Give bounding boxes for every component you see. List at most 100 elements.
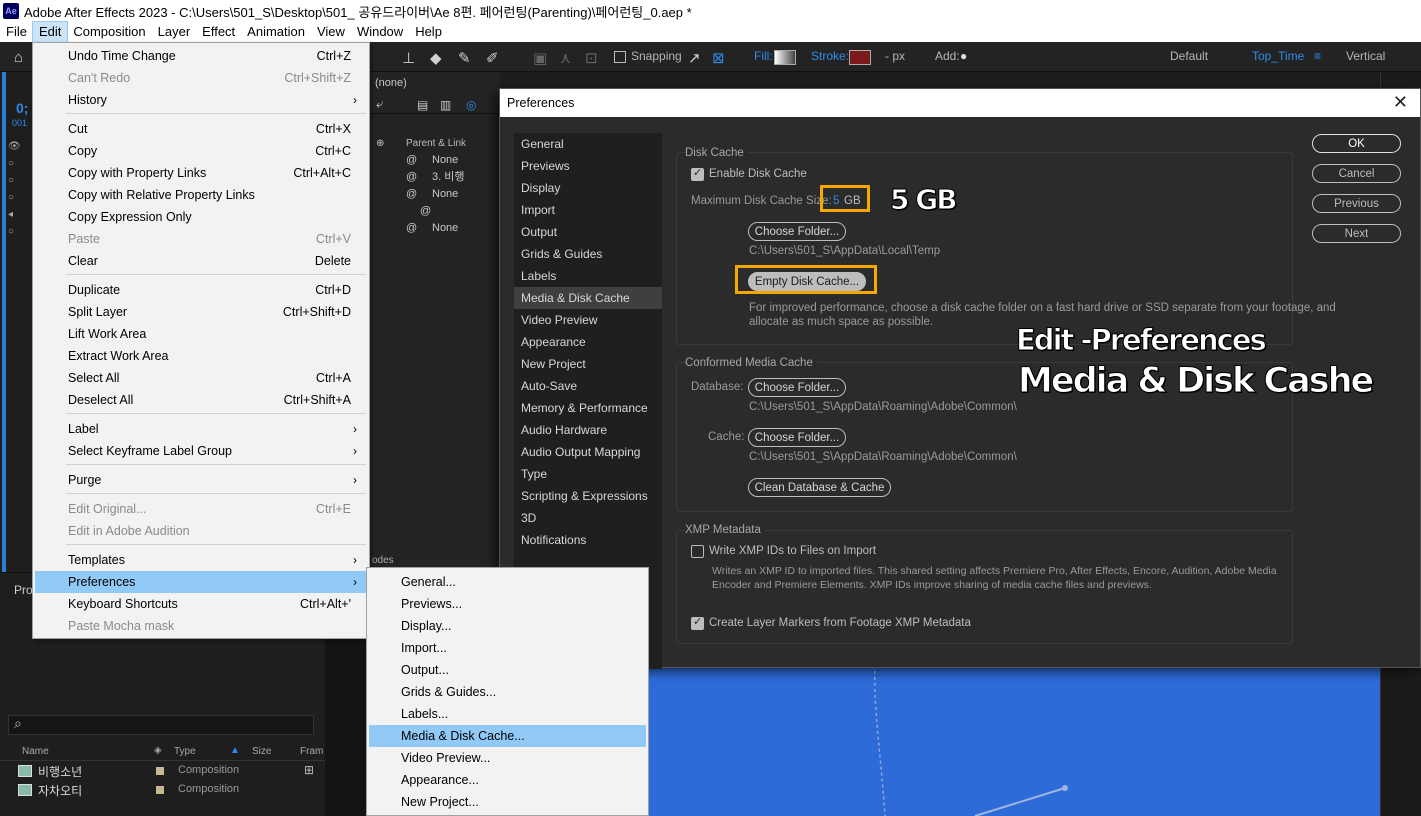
column-type[interactable]: Type bbox=[174, 746, 196, 757]
create-layer-markers-checkbox[interactable] bbox=[691, 615, 704, 630]
next-button[interactable]: Next bbox=[1312, 224, 1401, 243]
category-import[interactable]: Import bbox=[514, 199, 662, 221]
pickwhip-icon[interactable]: @ bbox=[406, 152, 417, 169]
previous-button[interactable]: Previous bbox=[1312, 194, 1401, 213]
workspace-menu-icon[interactable]: ≡ bbox=[1314, 49, 1321, 63]
parent-row[interactable]: @ None bbox=[370, 152, 500, 169]
stroke-width[interactable]: - px bbox=[885, 49, 905, 63]
submenu-grids-guides[interactable]: Grids & Guides... bbox=[369, 681, 646, 703]
category-new-project[interactable]: New Project bbox=[514, 353, 662, 375]
parent-value[interactable]: None bbox=[432, 220, 458, 237]
category-grids-guides[interactable]: Grids & Guides bbox=[514, 243, 662, 265]
menu-item-deselect-all[interactable]: Deselect All Ctrl+Shift+A bbox=[35, 389, 367, 411]
category-notifications[interactable]: Notifications bbox=[514, 529, 662, 551]
sort-icon[interactable]: ▲ bbox=[230, 745, 240, 756]
eye-icon[interactable]: ○ bbox=[8, 155, 21, 172]
pickwhip-icon[interactable]: @ bbox=[406, 169, 417, 186]
parent-row[interactable]: @3. 비행 bbox=[370, 169, 500, 186]
add-property-icon[interactable]: ● bbox=[960, 49, 967, 63]
menu-edit[interactable]: Edit bbox=[31, 21, 69, 43]
menu-effect[interactable]: Effect bbox=[196, 22, 241, 42]
clean-database-cache-button[interactable]: Clean Database & Cache bbox=[748, 478, 891, 497]
category-previews[interactable]: Previews bbox=[514, 155, 662, 177]
pickwhip-icon[interactable]: @ bbox=[420, 203, 431, 220]
menu-item-history[interactable]: History › bbox=[35, 89, 367, 111]
write-xmp-checkbox[interactable] bbox=[691, 545, 704, 558]
menu-view[interactable]: View bbox=[311, 22, 351, 42]
cache-choose-folder-button[interactable]: Choose Folder... bbox=[748, 428, 846, 447]
project-search-input[interactable] bbox=[8, 715, 314, 735]
menu-item-copy[interactable]: Copy Ctrl+C bbox=[35, 140, 367, 162]
composition-viewer[interactable] bbox=[645, 665, 1380, 816]
menu-item-split-layer[interactable]: Split Layer Ctrl+Shift+D bbox=[35, 301, 367, 323]
layers-icon[interactable]: ▥ bbox=[440, 98, 451, 112]
parent-value[interactable]: 3. 비행 bbox=[432, 169, 464, 186]
stroke-label[interactable]: Stroke: bbox=[811, 49, 849, 63]
submenu-video-preview[interactable]: Video Preview... bbox=[369, 747, 646, 769]
category-media-disk-cache[interactable]: Media & Disk Cache bbox=[514, 287, 662, 309]
fill-swatch[interactable] bbox=[774, 50, 796, 65]
menu-item-keyboard-shortcuts[interactable]: Keyboard Shortcuts Ctrl+Alt+' bbox=[35, 593, 367, 615]
category-display[interactable]: Display bbox=[514, 177, 662, 199]
enable-disk-cache-checkbox[interactable] bbox=[691, 166, 704, 181]
submenu-display[interactable]: Display... bbox=[369, 615, 646, 637]
project-item[interactable]: 자차오티 Composition bbox=[18, 782, 318, 800]
current-time[interactable]: 0; bbox=[16, 100, 28, 116]
workspace-top-time[interactable]: Top_Time bbox=[1252, 49, 1304, 63]
category-output[interactable]: Output bbox=[514, 221, 662, 243]
category-general[interactable]: General bbox=[514, 133, 662, 155]
menu-item-templates[interactable]: Templates › bbox=[35, 549, 367, 571]
menu-item-copy-relative-links[interactable]: Copy with Relative Property Links bbox=[35, 184, 367, 206]
snapping-checkbox[interactable] bbox=[614, 51, 626, 63]
stamp-tool-icon[interactable]: ⊥ bbox=[402, 49, 415, 67]
category-video-preview[interactable]: Video Preview bbox=[514, 309, 662, 331]
menu-item-preferences[interactable]: Preferences › bbox=[35, 571, 367, 593]
menu-layer[interactable]: Layer bbox=[152, 22, 197, 42]
category-audio-hardware[interactable]: Audio Hardware bbox=[514, 419, 662, 441]
modes-label[interactable]: odes bbox=[372, 555, 394, 566]
cancel-button[interactable]: Cancel bbox=[1312, 164, 1401, 183]
snap-feature-icon[interactable]: ⊠ bbox=[712, 49, 725, 67]
parent-value[interactable]: None bbox=[432, 186, 458, 203]
category-type[interactable]: Type bbox=[514, 463, 662, 485]
snap-icon[interactable]: ↗ bbox=[688, 49, 701, 67]
flowchart-icon[interactable]: ⊞ bbox=[304, 763, 314, 777]
eraser-tool-icon[interactable]: ◆ bbox=[430, 49, 442, 67]
parent-value[interactable]: None bbox=[432, 152, 458, 169]
menu-item-copy-expression[interactable]: Copy Expression Only bbox=[35, 206, 367, 228]
eye-icon[interactable]: ○ bbox=[8, 189, 21, 206]
column-name[interactable]: Name bbox=[22, 746, 49, 757]
motion-blur-icon[interactable]: ◎ bbox=[466, 98, 476, 112]
category-memory-performance[interactable]: Memory & Performance bbox=[514, 397, 662, 419]
pickwhip-icon[interactable]: @ bbox=[406, 186, 417, 203]
close-icon[interactable]: ✕ bbox=[1393, 92, 1408, 113]
ok-button[interactable]: OK bbox=[1312, 134, 1401, 153]
menu-item-extract-work-area[interactable]: Extract Work Area bbox=[35, 345, 367, 367]
menu-item-label[interactable]: Label › bbox=[35, 418, 367, 440]
menu-item-copy-property-links[interactable]: Copy with Property Links Ctrl+Alt+C bbox=[35, 162, 367, 184]
menu-item-cut[interactable]: Cut Ctrl+X bbox=[35, 118, 367, 140]
submenu-new-project[interactable]: New Project... bbox=[369, 791, 646, 813]
submenu-appearance[interactable]: Appearance... bbox=[369, 769, 646, 791]
parent-row[interactable]: @ bbox=[370, 203, 500, 220]
expand-icon[interactable]: ◂ bbox=[8, 206, 21, 223]
column-frame[interactable]: Fram bbox=[300, 746, 323, 757]
roto-brush-icon[interactable]: ✎ bbox=[458, 49, 471, 67]
workspace-default[interactable]: Default bbox=[1170, 49, 1208, 63]
submenu-previews[interactable]: Previews... bbox=[369, 593, 646, 615]
stroke-swatch[interactable] bbox=[849, 50, 871, 65]
menu-file[interactable]: File bbox=[0, 22, 33, 42]
submenu-output[interactable]: Output... bbox=[369, 659, 646, 681]
submenu-general[interactable]: General... bbox=[369, 571, 646, 593]
menu-item-duplicate[interactable]: Duplicate Ctrl+D bbox=[35, 279, 367, 301]
choose-folder-button[interactable]: Choose Folder... bbox=[748, 222, 846, 241]
project-item[interactable]: 비행소년 Composition ⊞ bbox=[18, 763, 318, 781]
category-3d[interactable]: 3D bbox=[514, 507, 662, 529]
submenu-labels[interactable]: Labels... bbox=[369, 703, 646, 725]
menu-help[interactable]: Help bbox=[409, 22, 448, 42]
menu-animation[interactable]: Animation bbox=[241, 22, 311, 42]
home-icon[interactable]: ⌂ bbox=[14, 49, 23, 66]
workspace-vertical[interactable]: Vertical bbox=[1346, 49, 1385, 63]
category-appearance[interactable]: Appearance bbox=[514, 331, 662, 353]
category-labels[interactable]: Labels bbox=[514, 265, 662, 287]
